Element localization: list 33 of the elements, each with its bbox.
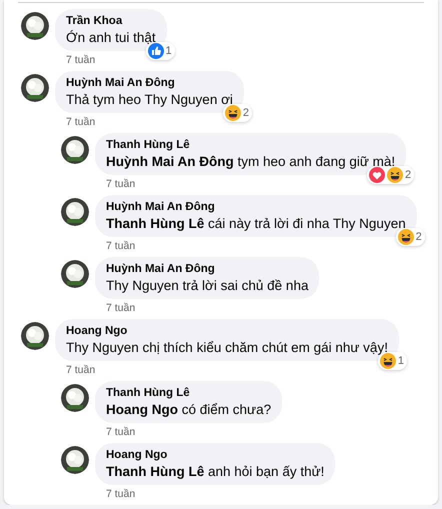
comment-text: Thy Nguyen trả lời sai chủ đề nha [106, 277, 308, 294]
reaction-badge[interactable]: 2 [222, 104, 252, 122]
laughing-face-icon [224, 105, 241, 121]
reaction-count: 1 [398, 355, 404, 367]
comment-time[interactable]: 7 tuần [66, 116, 96, 129]
comment-time[interactable]: 7 tuần [106, 178, 136, 191]
comment-time[interactable]: 7 tuần [66, 364, 96, 377]
comment-author[interactable]: Trần Khoa [66, 14, 156, 28]
reaction-badge[interactable]: 1 [146, 42, 175, 60]
reaction-count: 2 [416, 231, 422, 243]
comment-time[interactable]: 7 tuần [106, 426, 136, 439]
comment-time[interactable]: 7 tuần [66, 54, 96, 67]
reaction-count: 1 [166, 45, 172, 57]
comment-text: Hoang Ngo có điểm chưa? [106, 401, 272, 418]
comment-author[interactable]: Hoang Ngo [66, 324, 388, 338]
comment-author[interactable]: Huỳnh Mai An Đông [106, 200, 406, 214]
reaction-badge[interactable]: 2 [396, 228, 425, 246]
reaction-count: 2 [242, 107, 249, 119]
comment-text: Thanh Hùng Lê anh hỏi bạn ấy thử! [106, 463, 324, 480]
reaction-count: 2 [405, 169, 412, 181]
laughing-face-icon [387, 167, 404, 183]
comment-time[interactable]: 7 tuần [106, 302, 136, 315]
laughing-face-icon [398, 229, 414, 245]
comment-author[interactable]: Hoang Ngo [106, 448, 324, 462]
reaction-badge[interactable]: 2 [367, 166, 414, 184]
comment-author[interactable]: Thanh Hùng Lê [106, 386, 272, 400]
laughing-face-icon [380, 353, 396, 369]
comment-author[interactable]: Thanh Hùng Lê [106, 138, 396, 152]
comment-author[interactable]: Huỳnh Mai An Đông [66, 76, 233, 90]
comment-time[interactable]: 7 tuần [106, 240, 136, 253]
comment-time[interactable]: 7 tuần [106, 488, 136, 501]
comment-author[interactable]: Huỳnh Mai An Đông [106, 262, 308, 276]
thumbs-up-icon [148, 43, 164, 59]
